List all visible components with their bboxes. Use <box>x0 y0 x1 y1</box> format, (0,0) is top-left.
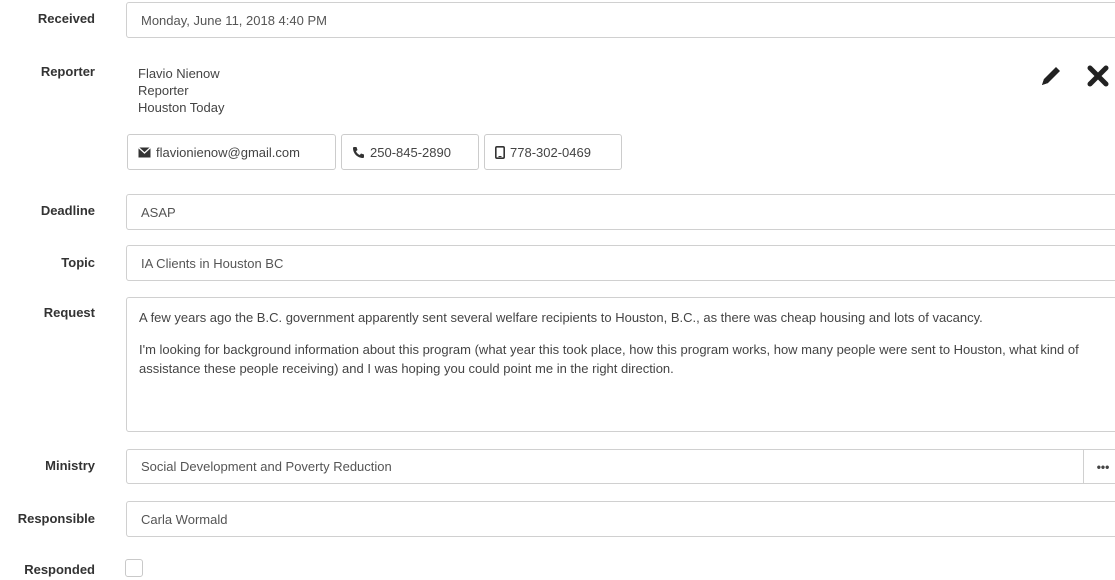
reporter-info: Flavio Nienow Reporter Houston Today <box>138 65 225 116</box>
ministry-label: Ministry <box>45 458 95 473</box>
pencil-icon[interactable] <box>1038 63 1064 89</box>
phone-text: 250-845-2890 <box>370 144 451 160</box>
reporter-outlet: Houston Today <box>138 100 225 115</box>
mobile-text: 778-302-0469 <box>510 144 591 160</box>
ministry-field[interactable]: Social Development and Poverty Reduction <box>126 449 1084 484</box>
responsible-field[interactable]: Carla Wormald <box>126 501 1115 537</box>
topic-label: Topic <box>61 255 95 270</box>
deadline-field[interactable]: ASAP <box>126 194 1115 230</box>
request-textarea[interactable]: A few years ago the B.C. government appa… <box>126 297 1115 432</box>
phone-icon <box>353 146 364 158</box>
request-paragraph-2: I'm looking for background information a… <box>139 342 1079 376</box>
responded-checkbox[interactable] <box>125 559 143 577</box>
received-field[interactable]: Monday, June 11, 2018 4:40 PM <box>126 2 1115 38</box>
reporter-label: Reporter <box>40 64 95 79</box>
mobile-chip[interactable]: 778-302-0469 <box>484 134 622 170</box>
responsible-label: Responsible <box>17 511 95 526</box>
email-text: flavionienow@gmail.com <box>156 144 300 160</box>
request-label: Request <box>43 305 95 320</box>
reporter-name: Flavio Nienow <box>138 66 220 81</box>
email-chip[interactable]: flavionienow@gmail.com <box>127 134 336 170</box>
ministry-more-button[interactable]: ••• <box>1083 449 1115 484</box>
mobile-icon <box>495 145 505 159</box>
responded-label: Responded <box>24 562 95 577</box>
envelope-icon <box>138 146 151 157</box>
deadline-label: Deadline <box>40 203 95 218</box>
topic-field[interactable]: IA Clients in Houston BC <box>126 245 1115 281</box>
received-label: Received <box>37 11 95 26</box>
request-paragraph-1: A few years ago the B.C. government appa… <box>139 310 983 325</box>
reporter-role: Reporter <box>138 83 189 98</box>
close-icon[interactable] <box>1086 64 1110 88</box>
phone-chip[interactable]: 250-845-2890 <box>341 134 479 170</box>
